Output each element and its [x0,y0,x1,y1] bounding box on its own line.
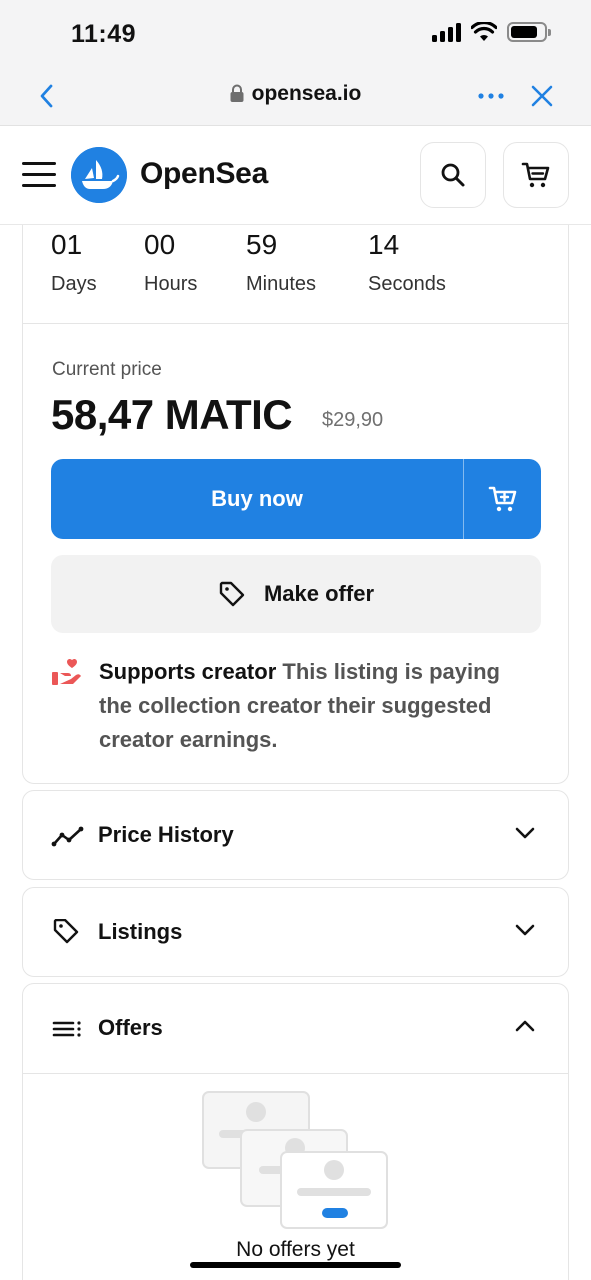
close-icon[interactable] [528,82,556,110]
buy-now-button[interactable]: Buy now [51,459,463,539]
menu-icon[interactable] [22,162,56,188]
add-to-cart-button[interactable] [464,459,541,539]
countdown-label: Seconds [368,273,446,295]
buy-button-group: Buy now [51,459,541,539]
lock-icon [230,84,244,102]
listing-card: 01 Days 00 Hours 59 Minutes 14 Seconds C… [22,225,569,784]
countdown-minutes: 59 Minutes [246,229,316,296]
offers-accordion: Offers No offers yet [22,983,569,1280]
status-time: 11:49 [71,20,137,48]
empty-offers-illustration [202,1091,388,1229]
url-text: opensea.io [251,82,362,105]
price-fiat: $29,90 [322,409,384,431]
chevron-down-icon [515,924,535,936]
countdown-value: 14 [368,229,400,260]
no-offers-text: No offers yet [236,1238,355,1261]
price-history-accordion[interactable]: Price History [22,790,569,880]
countdown-value: 00 [144,229,176,260]
cart-icon [521,162,550,188]
more-icon[interactable] [476,84,506,108]
chevron-down-icon [515,827,535,839]
countdown-label: Days [51,273,97,295]
brand-name[interactable]: OpenSea [140,157,268,191]
offers-title: Offers [98,1015,163,1040]
countdown-hours: 00 Hours [144,229,197,296]
countdown-value: 59 [246,229,278,260]
listings-title: Listings [98,919,183,944]
list-icon [52,1021,81,1037]
sale-countdown: 01 Days 00 Hours 59 Minutes 14 Seconds [23,225,568,324]
supports-creator-text: Supports creator This listing is paying … [99,655,539,757]
search-button[interactable] [420,142,486,208]
opensea-logo-icon[interactable] [71,147,127,203]
browser-chrome: 11:49 opensea.io [0,0,591,126]
countdown-seconds: 14 Seconds [368,229,446,296]
countdown-value: 01 [51,229,83,260]
battery-icon [507,22,551,42]
tag-icon [219,581,245,607]
countdown-label: Minutes [246,273,317,295]
wifi-icon [471,22,497,41]
url-bar: opensea.io [0,72,591,120]
offers-accordion-header[interactable]: Offers [23,984,568,1074]
price-history-title: Price History [98,822,234,847]
current-price-label: Current price [52,359,162,380]
countdown-days: 01 Days [51,229,97,296]
supports-creator-title: Supports creator [99,659,277,684]
cellular-signal-icon [432,22,461,42]
heart-hand-icon [52,658,81,685]
make-offer-button[interactable]: Make offer [51,555,541,633]
status-icons [432,22,551,42]
search-icon [441,163,465,187]
cart-button[interactable] [503,142,569,208]
home-indicator [190,1262,401,1268]
site-header: OpenSea [0,127,591,225]
chevron-up-icon [515,1020,535,1032]
tag-icon [53,919,79,944]
add-to-cart-icon [488,486,516,512]
listings-accordion[interactable]: Listings [22,887,569,977]
trend-line-icon [51,826,84,847]
countdown-label: Hours [144,273,198,295]
current-price: 58,47 MATIC [51,391,293,438]
make-offer-label: Make offer [263,581,375,606]
